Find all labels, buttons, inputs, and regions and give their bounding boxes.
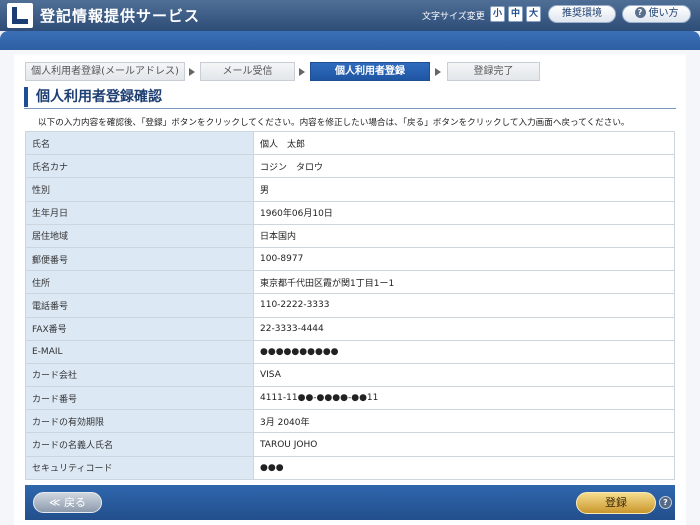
row-value: 22-3333-4444: [253, 316, 675, 341]
question-icon: ?: [634, 7, 646, 18]
row-label: 住所: [25, 270, 254, 295]
howto-button[interactable]: ? 使い方: [622, 5, 691, 23]
table-row: 氏名 個人 太郎: [25, 130, 675, 156]
row-label: 氏名カナ: [25, 154, 254, 179]
row-label: カードの有効期限: [25, 409, 254, 434]
page-title: 個人利用者登録確認: [24, 87, 162, 107]
howto-label: 使い方: [648, 8, 679, 19]
step-arrow-icon: [435, 68, 441, 76]
row-value: 男: [253, 177, 675, 202]
row-value: 個人 太郎: [253, 130, 675, 156]
table-row: 居住地域 日本国内: [25, 223, 675, 248]
table-row: セキュリティコード ●●●: [25, 455, 675, 480]
row-label: 郵便番号: [25, 246, 254, 272]
step-user-registration: 個人利用者登録: [310, 62, 430, 81]
step-arrow-icon: [189, 68, 195, 76]
row-label: 氏名: [25, 130, 254, 156]
row-label: カード番号: [25, 386, 254, 411]
row-value: 東京都千代田区霞が関1丁目1ー1: [253, 270, 675, 295]
table-row: カードの名義人氏名 TAROU JOHO: [25, 432, 675, 457]
title-divider: [24, 108, 676, 109]
row-value: VISA: [253, 362, 675, 388]
table-row: FAX番号 22-3333-4444: [25, 316, 675, 341]
row-label: E-MAIL: [25, 339, 254, 364]
recommended-env-button[interactable]: 推奨環境: [548, 5, 616, 23]
row-label: セキュリティコード: [25, 455, 254, 480]
table-row: 郵便番号 100-8977: [25, 246, 675, 272]
row-label: 生年月日: [25, 200, 254, 225]
row-value: TAROU JOHO: [253, 432, 675, 457]
row-label: カードの名義人氏名: [25, 432, 254, 457]
row-label: 居住地域: [25, 223, 254, 248]
step-arrow-icon: [299, 68, 305, 76]
font-size-small-button[interactable]: 小: [490, 6, 505, 22]
row-label: カード会社: [25, 362, 254, 388]
step-mail-received: メール受信: [200, 62, 295, 81]
back-button[interactable]: ≪ 戻る: [33, 492, 102, 513]
table-row: 生年月日 1960年06月10日: [25, 200, 675, 225]
logo-icon: [7, 3, 33, 28]
register-button[interactable]: 登録: [576, 492, 656, 514]
font-size-medium-button[interactable]: 中: [508, 6, 523, 22]
action-bar: ≪ 戻る 登録 ?: [25, 485, 675, 520]
table-row: E-MAIL ●●●●●●●●●●: [25, 339, 675, 364]
step-complete: 登録完了: [447, 62, 540, 81]
table-row: 性別男: [25, 177, 675, 202]
row-label: 性別: [25, 177, 254, 202]
app-title: 登記情報提供サービス: [40, 7, 201, 25]
row-value: 110-2222-3333: [253, 293, 675, 318]
row-value: ●●●: [253, 455, 675, 480]
row-value: 100-8977: [253, 246, 675, 272]
back-button-label: 戻る: [64, 496, 86, 509]
row-value: ●●●●●●●●●●: [253, 339, 675, 364]
row-label: FAX番号: [25, 316, 254, 341]
font-size-large-button[interactable]: 大: [526, 6, 541, 22]
table-row: カード番号 4111-11●●-●●●●-●●11: [25, 386, 675, 411]
step-email-registration: 個人利用者登録(メールアドレス): [25, 62, 185, 81]
help-icon[interactable]: ?: [659, 496, 672, 509]
row-label: 電話番号: [25, 293, 254, 318]
table-row: カード会社 VISA: [25, 362, 675, 388]
row-value: 4111-11●●-●●●●-●●11: [253, 386, 675, 411]
table-row: 電話番号 110-2222-3333: [25, 293, 675, 318]
table-row: 氏名カナ コジン タロウ: [25, 154, 675, 179]
row-value: 3月 2040年: [253, 409, 675, 434]
app-header: 登記情報提供サービス 文字サイズ変更 小 中 大 推奨環境 ? 使い方: [0, 0, 700, 31]
intro-text: 以下の入力内容を確認後、「登録」ボタンをクリックしてください。内容を修正したい場…: [38, 118, 630, 128]
double-chevron-left-icon: ≪: [48, 496, 61, 509]
table-row: 住所 東京都千代田区霞が関1丁目1ー1: [25, 270, 675, 295]
row-value: 日本国内: [253, 223, 675, 248]
font-size-label: 文字サイズ変更: [422, 12, 485, 22]
table-row: カードの有効期限 3月 2040年: [25, 409, 675, 434]
row-value: 1960年06月10日: [253, 200, 675, 225]
confirmation-table: 氏名 個人 太郎 氏名カナ コジン タロウ 性別男 生年月日 1960年06月10日 …: [25, 130, 675, 480]
row-value: コジン タロウ: [253, 154, 675, 179]
